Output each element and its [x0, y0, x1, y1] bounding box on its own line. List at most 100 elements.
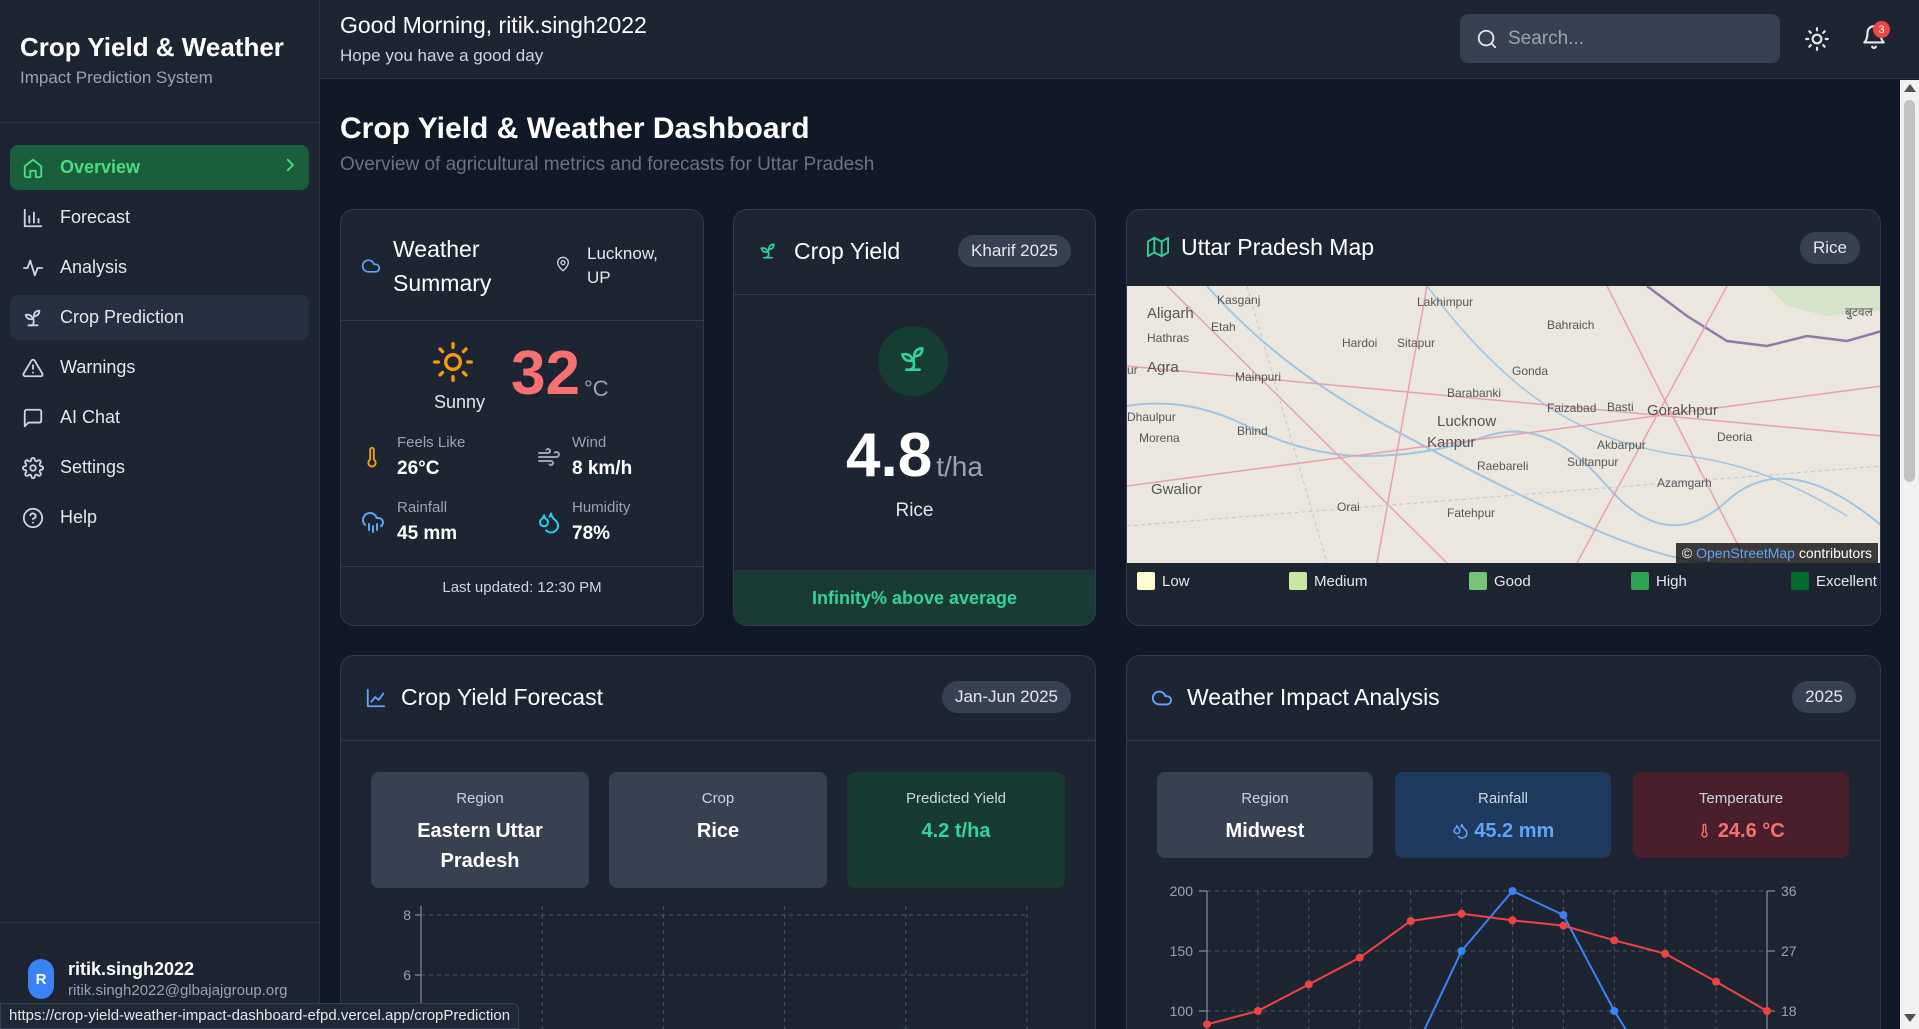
legend-label: Good [1494, 572, 1531, 590]
sidebar-item-forecast[interactable]: Forecast [10, 195, 309, 240]
legend-label: Medium [1314, 572, 1368, 590]
data-point [1457, 909, 1466, 918]
card-header: Weather Impact Analysis 2025 [1127, 656, 1880, 741]
map-city-label: Akbarpur [1597, 438, 1646, 452]
data-point [1457, 947, 1466, 955]
map-view[interactable]: Aligarh Kasganj Lakhimpur Bahraich Etah Hardo… [1127, 286, 1880, 563]
season-badge: Kharif 2025 [958, 235, 1071, 267]
map-card: Uttar Pradesh Map Rice Aligarh Kasganj L… [1126, 209, 1881, 626]
scroll-up-arrow[interactable] [1904, 84, 1916, 92]
bell-icon [1861, 25, 1887, 54]
map-city-label: Sultanpur [1567, 455, 1618, 469]
feels-like-stat: Feels Like 26°C [397, 434, 465, 480]
year-badge: 2025 [1792, 681, 1856, 713]
sidebar-item-analysis[interactable]: Analysis [10, 245, 309, 290]
map-city-label: Agra [1147, 359, 1179, 376]
card-title: Crop Yield [794, 238, 901, 264]
yield-number: 4.8 [846, 421, 933, 490]
data-point [1304, 980, 1313, 989]
avatar: R [28, 959, 54, 999]
legend-label: Excellent [1816, 572, 1877, 590]
map-city-label: ur [1127, 363, 1138, 377]
sidebar-item-label: AI Chat [60, 407, 121, 427]
theme-toggle-button[interactable] [1804, 26, 1830, 52]
brand-subtitle: Impact Prediction System [20, 68, 213, 87]
legend-swatch [1791, 572, 1809, 590]
map-city-label: Bahraich [1547, 318, 1594, 332]
sidebar-item-crop-prediction[interactable]: Crop Prediction [10, 295, 309, 340]
map-pin-icon [555, 256, 571, 277]
line-series [1423, 889, 1627, 1029]
message-square-icon [20, 405, 46, 431]
data-point [1508, 887, 1517, 895]
user-email: ritik.singh2022@glbajajgroup.org [68, 982, 288, 999]
sidebar-item-warnings[interactable]: Warnings [10, 345, 309, 390]
map-city-label: Gorakhpur [1647, 402, 1718, 419]
greeting: Good Morning, ritik.singh2022 Hope you h… [340, 12, 647, 66]
legend-item-good: Good [1469, 572, 1531, 590]
temperature-value: 24.6 °C [1717, 820, 1785, 842]
scrollbar-thumb[interactable] [1904, 100, 1915, 482]
data-point [1559, 911, 1568, 919]
predicted-yield-box: Predicted Yield 4.2 t/ha [847, 772, 1065, 888]
map-city-label: Barabanki [1447, 386, 1501, 400]
status-url-bar: https://crop-yield-weather-impact-dashbo… [0, 1003, 520, 1029]
data-point [1559, 921, 1568, 930]
card-header: Weather Summary Lucknow, UP [341, 210, 703, 321]
crop-yield-forecast-card: Crop Yield Forecast Jan-Jun 2025 Region … [340, 655, 1096, 1029]
card-title: Weather Summary [393, 232, 491, 300]
sidebar: Crop Yield & Weather Impact Prediction S… [0, 0, 320, 1029]
crop-badge: Rice [1799, 232, 1860, 264]
attribution-link[interactable]: OpenStreetMap [1696, 545, 1795, 561]
legend-item-high: High [1631, 572, 1687, 590]
y-left-tick-label: 150 [1170, 943, 1194, 959]
search-input[interactable] [1508, 27, 1768, 50]
cloud-rain-icon [361, 510, 385, 534]
period-badge: Jan-Jun 2025 [941, 681, 1071, 713]
map-city-label: Kanpur [1427, 434, 1475, 451]
user-profile[interactable]: R ritik.singh2022 ritik.singh2022@glbaja… [0, 922, 319, 999]
info-label: Rainfall [1477, 790, 1529, 807]
card-header: Crop Yield Kharif 2025 [734, 210, 1095, 295]
map-city-label: Dhaulpur [1127, 410, 1176, 424]
data-point [1253, 1007, 1262, 1015]
scroll-down-arrow[interactable] [1904, 1014, 1916, 1022]
info-label: Predicted Yield [905, 790, 1007, 807]
sidebar-item-settings[interactable]: Settings [10, 445, 309, 490]
sidebar-item-help[interactable]: Help [10, 495, 309, 540]
region-info-box: Region Midwest [1157, 772, 1373, 858]
sprout-icon [20, 305, 46, 331]
map-city-label: Lakhimpur [1417, 295, 1473, 309]
stat-value: 45 mm [397, 523, 458, 544]
map-city-label: Bhind [1237, 424, 1268, 438]
map-city-label: Lucknow [1437, 413, 1496, 430]
weather-impact-card: Weather Impact Analysis 2025 Region Midw… [1126, 655, 1881, 1029]
gear-icon [20, 455, 46, 481]
data-point [1763, 1007, 1771, 1015]
location-line1: Lucknow, [587, 244, 658, 263]
crop-info-box: Crop Rice [609, 772, 827, 888]
sidebar-item-label: Analysis [60, 257, 128, 277]
bar-chart-icon [20, 205, 46, 231]
last-updated: Last updated: 12:30 PM [341, 566, 703, 596]
info-label: Region [456, 790, 504, 807]
map-labels: Aligarh Kasganj Lakhimpur Bahraich Etah Hardo… [1127, 293, 1874, 520]
search-box[interactable] [1460, 14, 1780, 63]
map-city-label: Basti [1607, 400, 1634, 414]
weather-summary-card: Weather Summary Lucknow, UP Sunny 32 °C … [340, 209, 704, 626]
rainfall-value: 45.2 mm [1474, 820, 1555, 842]
map-city-label: Deoria [1717, 430, 1753, 444]
stat-value: 8 km/h [572, 458, 633, 479]
home-icon [20, 155, 46, 181]
user-name: ritik.singh2022 [68, 959, 195, 979]
y-left-tick-label: 100 [1170, 1003, 1194, 1019]
map-city-label: Hardoi [1342, 336, 1377, 350]
map-city-label: Mainpuri [1235, 370, 1281, 384]
sidebar-item-ai-chat[interactable]: AI Chat [10, 395, 309, 440]
notifications-button[interactable]: 3 [1861, 21, 1890, 54]
sidebar-item-overview[interactable]: Overview [10, 145, 309, 190]
page-title: Crop Yield & Weather Dashboard [340, 112, 810, 145]
data-point [1203, 1020, 1211, 1029]
wind-stat: Wind 8 km/h [572, 434, 632, 480]
greeting-subtitle: Hope you have a good day [340, 46, 544, 65]
